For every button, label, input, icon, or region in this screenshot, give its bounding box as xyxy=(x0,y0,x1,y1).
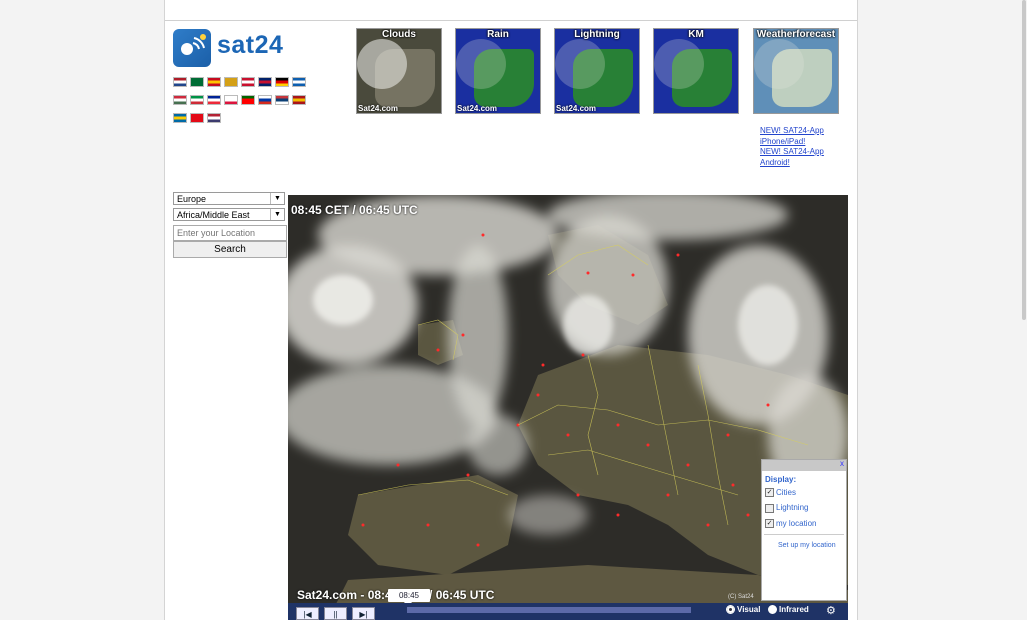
thumbnail-weatherforecast[interactable]: Weatherforecast xyxy=(753,28,839,114)
dropdown-arrow-icon: ▼ xyxy=(270,209,284,220)
language-flag-icon[interactable] xyxy=(275,95,289,105)
thumbnail-title: Weatherforecast xyxy=(756,29,836,40)
display-options-panel: x Display: ✓ Cities Lightning ✓ my locatio… xyxy=(761,459,847,601)
timeline-time-bubble: 08:45 xyxy=(388,589,430,602)
android-app-link-line1[interactable]: NEW! SAT24-App xyxy=(760,147,850,158)
page-container: sat24 Clouds Sat24.com Rain Sat24.com Lightn… xyxy=(164,0,858,620)
language-flag-icon[interactable] xyxy=(258,77,272,87)
lightning-label: Lightning xyxy=(776,503,809,513)
lightning-checkbox[interactable] xyxy=(765,503,774,513)
thumbnail-title: KM xyxy=(688,29,704,40)
iphone-app-link-line1[interactable]: NEW! SAT24-App xyxy=(760,126,850,137)
map-copyright: (C) Sat24 xyxy=(728,594,754,600)
page-scrollbar[interactable] xyxy=(1021,0,1027,620)
thumbnail-footer: Sat24.com xyxy=(358,104,399,113)
thumbnail-footer: Sat24.com xyxy=(457,104,498,113)
search-button[interactable]: Search xyxy=(173,241,287,258)
thumbnail-cloud-layer xyxy=(456,39,506,89)
next-frame-button[interactable]: ▶| xyxy=(352,607,375,620)
panel-title: Display: xyxy=(765,475,797,484)
thumbnail-title: Clouds xyxy=(382,29,416,40)
option-lightning[interactable]: Lightning xyxy=(765,503,846,513)
language-flag-icon[interactable] xyxy=(190,113,204,123)
language-flag-icon[interactable] xyxy=(258,95,272,105)
language-flags xyxy=(173,77,313,131)
language-flag-icon[interactable] xyxy=(292,95,306,105)
satellite-map[interactable]: 08:45 CET / 06:45 UTC Sat24.com - 08:45 … xyxy=(288,195,848,620)
thumbnail-rain[interactable]: Rain Sat24.com xyxy=(455,28,541,114)
thumbnail-clouds[interactable]: Clouds Sat24.com xyxy=(356,28,442,114)
cities-label: Cities xyxy=(776,488,797,497)
settings-gear-icon[interactable]: ⚙ xyxy=(826,604,836,617)
language-flag-icon[interactable] xyxy=(224,95,238,105)
language-flag-icon[interactable] xyxy=(207,77,221,87)
language-flag-icon[interactable] xyxy=(241,77,255,87)
my-location-label: my location xyxy=(776,518,817,528)
panel-divider xyxy=(764,534,844,536)
setup-location-link[interactable]: Set up my location xyxy=(778,542,846,549)
language-flag-icon[interactable] xyxy=(173,95,187,105)
panel-header: x xyxy=(762,459,846,471)
map-time-header: 08:45 CET / 06:45 UTC xyxy=(291,203,418,217)
infrared-radio[interactable]: Infrared xyxy=(768,605,809,615)
language-flag-icon[interactable] xyxy=(275,77,289,87)
top-bar xyxy=(165,0,857,21)
language-flag-icon[interactable] xyxy=(173,77,187,87)
option-cities[interactable]: ✓ Cities xyxy=(765,488,846,498)
visual-radio[interactable]: Visual xyxy=(726,605,761,615)
cities-checkbox[interactable]: ✓ xyxy=(765,488,774,498)
visual-label: Visual xyxy=(737,605,761,614)
logo-text: sat24 xyxy=(217,31,284,59)
my-location-checkbox[interactable]: ✓ xyxy=(765,519,774,529)
thumbnail-lightning[interactable]: Lightning Sat24.com xyxy=(554,28,640,114)
dropdown-arrow-icon: ▼ xyxy=(270,193,284,204)
pause-button[interactable]: || xyxy=(324,607,347,620)
close-icon[interactable]: x xyxy=(840,459,844,468)
region-select-africa[interactable]: Africa/Middle East ▼ xyxy=(173,208,285,221)
infrared-radio-dot xyxy=(768,605,777,615)
option-my-location[interactable]: ✓ my location xyxy=(765,518,846,529)
thumbnail-title: Lightning xyxy=(574,29,620,40)
timeline-slider[interactable] xyxy=(407,607,691,613)
region-select-africa-value: Africa/Middle East xyxy=(177,210,250,220)
scrollbar-thumb[interactable] xyxy=(1022,0,1026,320)
language-flag-icon[interactable] xyxy=(173,113,187,123)
language-flag-icon[interactable] xyxy=(207,95,221,105)
region-select-europe[interactable]: Europe ▼ xyxy=(173,192,285,205)
sat24-logo[interactable]: sat24 xyxy=(173,29,293,69)
thumbnail-footer: Sat24.com xyxy=(556,104,597,113)
language-flag-icon[interactable] xyxy=(292,77,306,87)
region-select-europe-value: Europe xyxy=(177,194,207,204)
visual-radio-dot xyxy=(726,605,735,615)
animation-controls: |◀ || ▶| Visual Infrared ⚙ xyxy=(288,603,848,620)
previous-frame-button[interactable]: |◀ xyxy=(296,607,319,620)
language-flag-icon[interactable] xyxy=(224,77,238,87)
thumbnail-cloud-layer xyxy=(555,39,605,89)
infrared-label: Infrared xyxy=(779,605,809,614)
thumbnail-cloud-layer xyxy=(357,39,407,89)
iphone-app-link-line2[interactable]: iPhone/iPad! xyxy=(760,137,850,148)
thumbnail-cloud-layer xyxy=(654,39,704,89)
language-flag-icon[interactable] xyxy=(190,77,204,87)
thumbnail-cloud-layer xyxy=(754,39,804,89)
language-flag-icon[interactable] xyxy=(241,95,255,105)
thumbnail-title: Rain xyxy=(487,29,509,40)
thumbnail-km[interactable]: KM xyxy=(653,28,739,114)
language-flag-icon[interactable] xyxy=(190,95,204,105)
android-app-link-line2[interactable]: Android! xyxy=(760,158,850,169)
satellite-dish-icon xyxy=(173,29,211,67)
app-links: NEW! SAT24-App iPhone/iPad! NEW! SAT24-A… xyxy=(760,126,850,168)
language-flag-icon[interactable] xyxy=(207,113,221,123)
location-input[interactable] xyxy=(173,225,287,241)
